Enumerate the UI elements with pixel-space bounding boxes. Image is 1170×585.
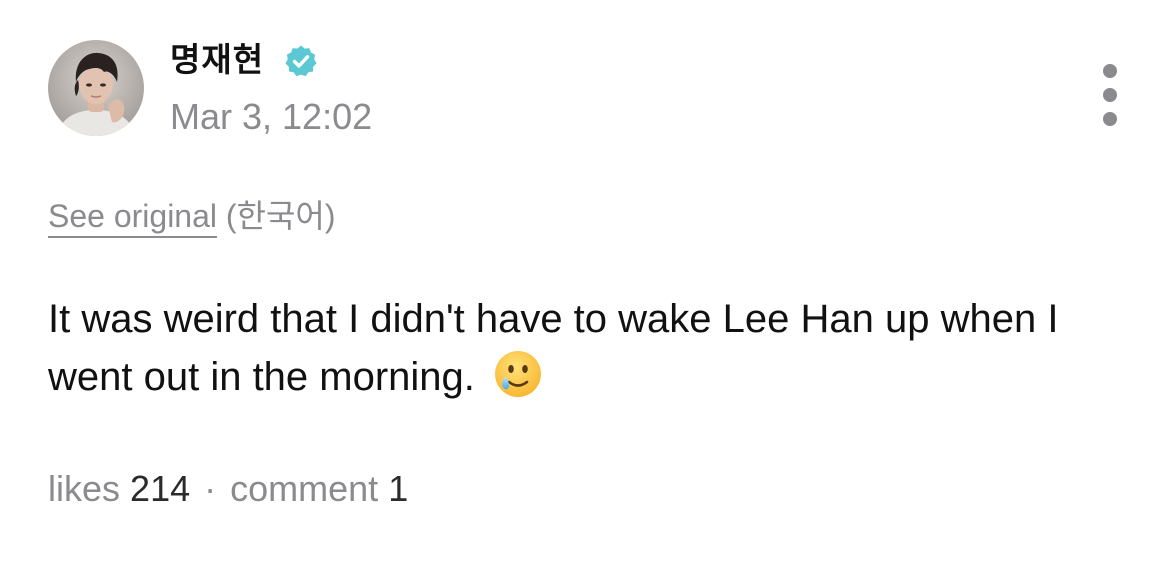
comments-stat[interactable]: comment 1: [230, 468, 408, 509]
translation-row: See original (한국어): [48, 194, 336, 238]
post-body: It was weird that I didn't have to wake …: [48, 290, 1108, 406]
stats-separator: ·: [204, 468, 217, 509]
post-timestamp: Mar 3, 12:02: [170, 96, 373, 137]
post-text: It was weird that I didn't have to wake …: [48, 297, 1059, 399]
likes-count: 214: [130, 468, 191, 509]
post-card: 명재현 Mar 3, 12:02 See original (한국어) It w…: [0, 0, 1170, 585]
original-language-label: (한국어): [225, 198, 336, 234]
likes-label: likes: [48, 468, 121, 509]
smiling-face-with-tear-emoji: [494, 351, 541, 397]
avatar-photo: [48, 40, 144, 136]
likes-stat[interactable]: likes 214: [48, 468, 190, 509]
avatar[interactable]: [48, 40, 144, 136]
verified-badge-icon: [285, 45, 317, 77]
comments-count: 1: [388, 468, 409, 509]
author-name[interactable]: 명재현: [170, 36, 264, 84]
more-options-icon[interactable]: [1090, 64, 1130, 128]
see-original-link[interactable]: See original: [48, 198, 217, 238]
post-stats: likes 214 · comment 1: [48, 466, 408, 512]
comments-label: comment: [230, 468, 379, 509]
